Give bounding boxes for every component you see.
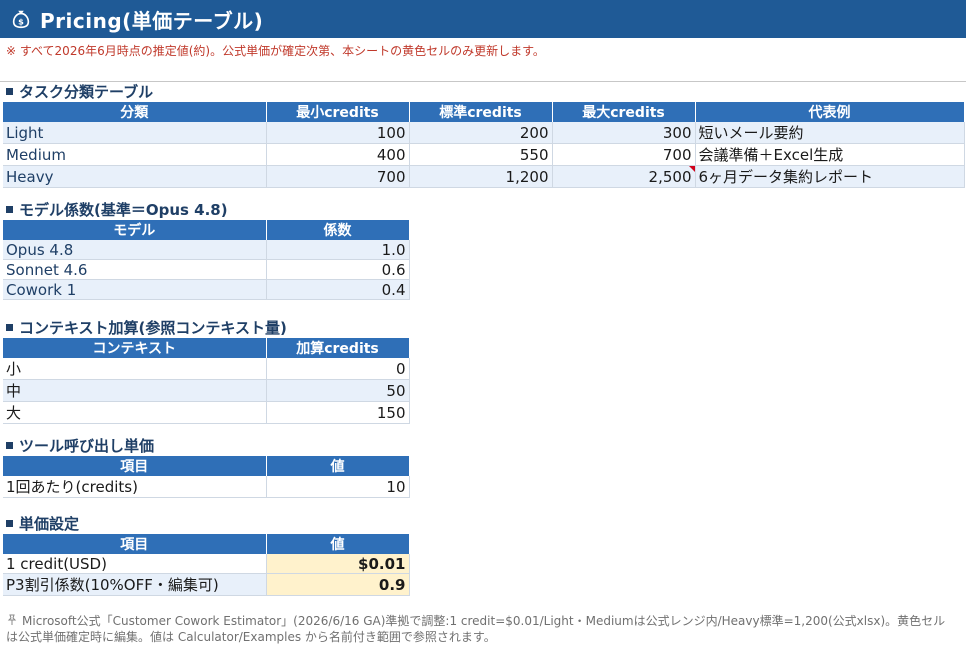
square-bullet-icon — [6, 88, 13, 95]
square-bullet-icon — [6, 520, 13, 527]
column-header: 加算credits — [266, 338, 410, 358]
column-header: コンテキスト — [3, 338, 267, 358]
unit-table-header: 項目 値 — [3, 534, 410, 554]
cell[interactable]: 10 — [266, 476, 410, 498]
cell[interactable]: 50 — [266, 379, 410, 402]
section-model-title: モデル係数(基準＝Opus 4.8) — [6, 199, 228, 220]
table-row: Light 100 200 300 短いメール要約 — [3, 122, 965, 144]
square-bullet-icon — [6, 206, 13, 213]
section-task-title: タスク分類テーブル — [6, 81, 153, 102]
cell[interactable]: 0.4 — [266, 279, 410, 300]
task-table-header: 分類 最小credits 標準credits 最大credits 代表例 — [3, 102, 965, 122]
cell[interactable]: 1,200 — [409, 165, 553, 188]
update-note: ※ すべて2026年6月時点の推定値(約)。公式単価が確定次第、本シートの黄色セ… — [6, 44, 545, 58]
money-bag-icon: $ — [12, 10, 30, 29]
table-row: 中 50 — [3, 379, 410, 402]
tool-table-header: 項目 値 — [3, 456, 410, 476]
column-header: 最小credits — [266, 102, 410, 122]
input-cell-credit-usd[interactable]: $0.01 — [266, 554, 410, 574]
section-unit-title: 単価設定 — [6, 513, 79, 534]
column-header: 係数 — [266, 220, 410, 240]
cell[interactable]: 1回あたり(credits) — [3, 476, 267, 498]
cell[interactable]: Medium — [3, 143, 267, 166]
column-header: 代表例 — [695, 102, 965, 122]
cell[interactable]: 6ヶ月データ集約レポート — [695, 165, 965, 188]
square-bullet-icon — [6, 442, 13, 449]
cell[interactable]: Light — [3, 122, 267, 144]
cell[interactable]: P3割引係数(10%OFF・編集可) — [3, 573, 267, 596]
cell[interactable]: 550 — [409, 143, 553, 166]
cell[interactable]: Sonnet 4.6 — [3, 259, 267, 280]
pushpin-icon — [7, 614, 17, 625]
cell[interactable]: 0.6 — [266, 259, 410, 280]
svg-text:$: $ — [18, 17, 24, 27]
table-row: Opus 4.8 1.0 — [3, 240, 410, 260]
context-table-header: コンテキスト 加算credits — [3, 338, 410, 358]
cell[interactable]: 150 — [266, 401, 410, 424]
cell[interactable]: 1 credit(USD) — [3, 554, 267, 574]
tool-table: 項目 値 1回あたり(credits) 10 — [3, 456, 410, 498]
table-row: 小 0 — [3, 358, 410, 380]
cell[interactable]: 1.0 — [266, 240, 410, 260]
column-header: 値 — [266, 534, 410, 554]
cell[interactable]: 700 — [266, 165, 410, 188]
cell[interactable]: Cowork 1 — [3, 279, 267, 300]
cell[interactable]: Heavy — [3, 165, 267, 188]
square-bullet-icon — [6, 324, 13, 331]
column-header: 項目 — [3, 534, 267, 554]
cell[interactable]: 小 — [3, 358, 267, 380]
task-table: 分類 最小credits 標準credits 最大credits 代表例 Lig… — [3, 102, 965, 188]
section-context-title: コンテキスト加算(参照コンテキスト量) — [6, 317, 287, 338]
cell-with-comment[interactable]: 2,500 — [552, 165, 696, 188]
cell[interactable]: 200 — [409, 122, 553, 144]
unit-table: 項目 値 1 credit(USD) $0.01 P3割引係数(10%OFF・編… — [3, 534, 410, 596]
cell[interactable]: 短いメール要約 — [695, 122, 965, 144]
page-title: Pricing(単価テーブル) — [40, 8, 264, 33]
cell[interactable]: Opus 4.8 — [3, 240, 267, 260]
section-tool-title: ツール呼び出し単価 — [6, 435, 154, 456]
cell[interactable]: 中 — [3, 379, 267, 402]
cell[interactable]: 0 — [266, 358, 410, 380]
cell[interactable]: 300 — [552, 122, 696, 144]
table-row: 1回あたり(credits) 10 — [3, 476, 410, 498]
table-row: 1 credit(USD) $0.01 — [3, 554, 410, 574]
input-cell-discount[interactable]: 0.9 — [266, 573, 410, 596]
context-table: コンテキスト 加算credits 小 0 中 50 大 150 — [3, 338, 410, 424]
cell[interactable]: 700 — [552, 143, 696, 166]
column-header: 最大credits — [552, 102, 696, 122]
table-row: Medium 400 550 700 会議準備＋Excel生成 — [3, 143, 965, 166]
column-header: モデル — [3, 220, 267, 240]
footer-note: Microsoft公式「Customer Cowork Estimator」(2… — [6, 614, 946, 644]
title-bar: $ Pricing(単価テーブル) — [0, 0, 966, 38]
cell[interactable]: 大 — [3, 401, 267, 424]
table-row: P3割引係数(10%OFF・編集可) 0.9 — [3, 573, 410, 596]
cell[interactable]: 会議準備＋Excel生成 — [695, 143, 965, 166]
column-header: 値 — [266, 456, 410, 476]
column-header: 標準credits — [409, 102, 553, 122]
model-table-header: モデル 係数 — [3, 220, 410, 240]
model-table: モデル 係数 Opus 4.8 1.0 Sonnet 4.6 0.6 Cowor… — [3, 220, 410, 300]
cell[interactable]: 100 — [266, 122, 410, 144]
cell[interactable]: 400 — [266, 143, 410, 166]
table-row: Sonnet 4.6 0.6 — [3, 259, 410, 280]
column-header: 項目 — [3, 456, 267, 476]
table-row: Cowork 1 0.4 — [3, 279, 410, 300]
table-row: Heavy 700 1,200 2,500 6ヶ月データ集約レポート — [3, 165, 965, 188]
table-row: 大 150 — [3, 401, 410, 424]
column-header: 分類 — [3, 102, 267, 122]
